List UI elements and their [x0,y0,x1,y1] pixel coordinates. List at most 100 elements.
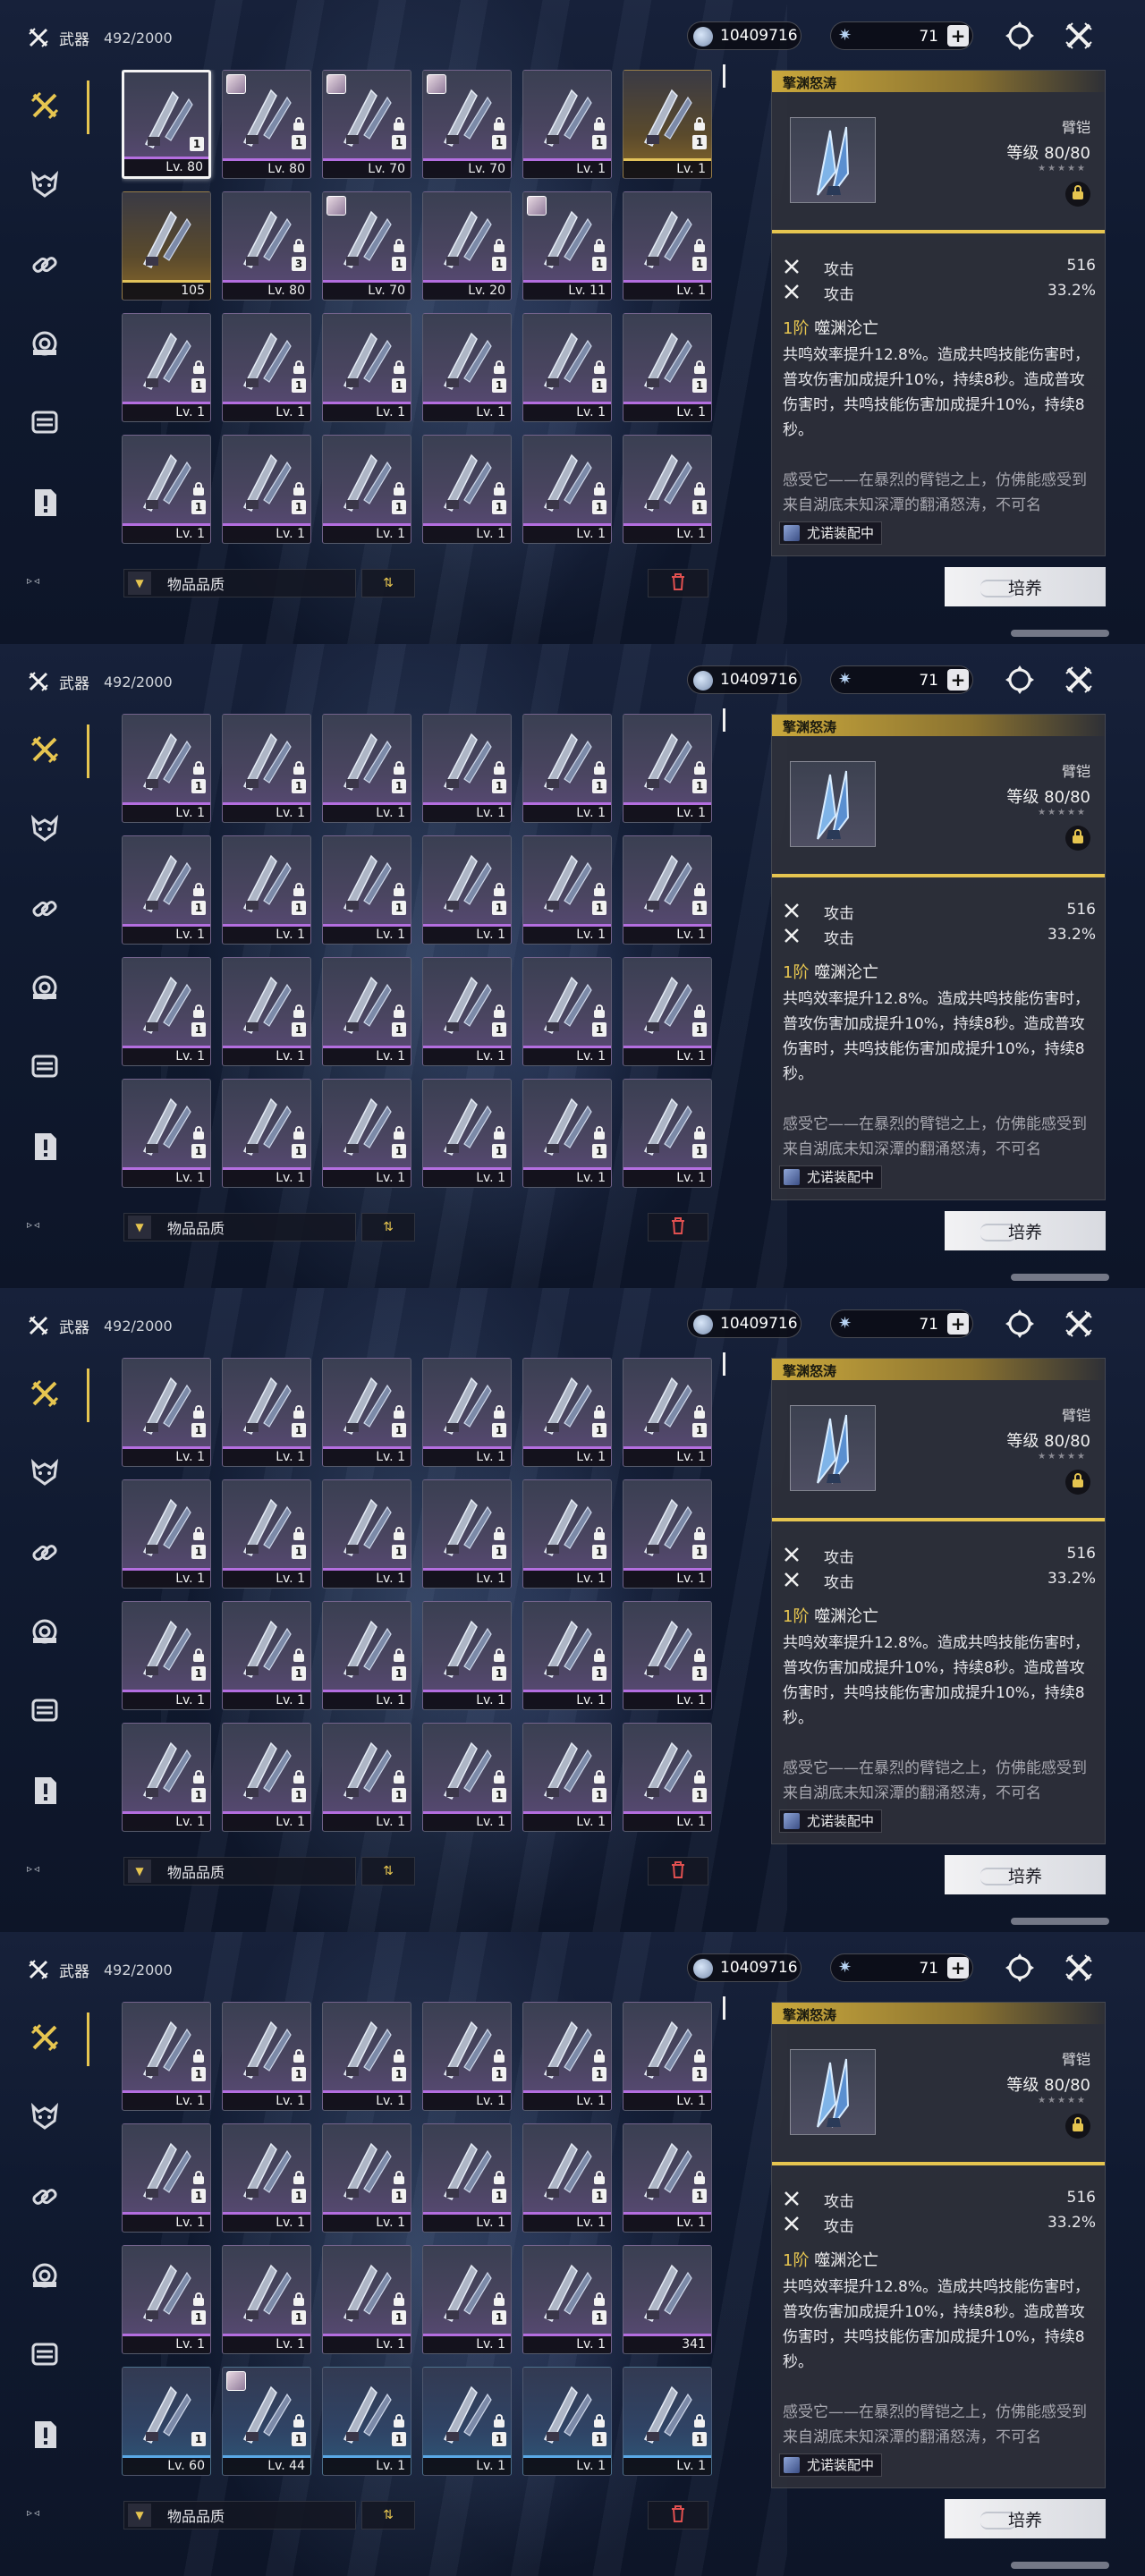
sort-order-button[interactable]: ⇅ [361,1857,415,1885]
weapon-card[interactable]: 1 Lv. 1 [422,1479,512,1589]
weapon-card[interactable]: 1 Lv. 1 [522,2123,612,2233]
quality-filter-dropdown[interactable]: ▼ 物品品质 [123,569,356,597]
weapon-card[interactable]: 1 Lv. 1 [122,2002,211,2111]
weapon-card[interactable]: 1 Lv. 1 [522,313,612,422]
grid-scrollbar[interactable] [723,1996,725,2020]
weapon-card[interactable]: 1 Lv. 1 [222,1358,311,1467]
lock-toggle[interactable] [1065,182,1090,207]
close-button[interactable] [1061,662,1097,698]
quick-menu-button[interactable] [1002,18,1038,54]
weapon-card[interactable]: 1 Lv. 1 [522,1601,612,1710]
weapon-card[interactable]: 1 Lv. 1 [422,957,512,1066]
weapon-card[interactable]: 1 Lv. 1 [422,1358,512,1467]
weapon-card[interactable]: 1 Lv. 1 [623,1723,712,1832]
weapon-card[interactable]: 1 Lv. 70 [422,70,512,179]
sidebar-item-materials[interactable] [23,245,66,288]
weapon-card[interactable]: 1 Lv. 1 [422,435,512,544]
add-astrite-button[interactable]: + [947,25,969,47]
sidebar-item-weapons[interactable] [23,1368,89,1422]
sidebar-item-echoes[interactable] [23,2097,66,2140]
weapon-card[interactable]: 1 Lv. 1 [122,435,211,544]
grid-scrollbar[interactable] [723,64,725,88]
lock-toggle[interactable] [1065,826,1090,851]
weapon-card[interactable]: 1 Lv. 1 [422,1601,512,1710]
discard-button[interactable] [648,1213,708,1241]
weapon-card[interactable]: 1 Lv. 1 [522,435,612,544]
weapon-card[interactable]: 1 Lv. 1 [623,1479,712,1589]
weapon-card[interactable]: 1 Lv. 1 [122,1723,211,1832]
sidebar-expand-toggle[interactable]: ▹◃ [27,2506,41,2519]
sidebar-item-materials[interactable] [23,2177,66,2220]
weapon-card[interactable]: 1 Lv. 1 [222,1601,311,1710]
weapon-card[interactable]: 1 Lv. 1 [522,835,612,945]
weapon-card[interactable]: 3 Lv. 80 [222,191,311,301]
weapon-card[interactable]: 1 Lv. 1 [322,2002,411,2111]
weapon-card[interactable]: 1 Lv. 80 [122,70,211,179]
weapon-card[interactable]: 1 Lv. 1 [623,714,712,823]
weapon-card[interactable]: 1 Lv. 1 [623,1601,712,1710]
weapon-card[interactable]: 1 Lv. 1 [122,1479,211,1589]
weapon-card[interactable]: 1 Lv. 1 [122,2123,211,2233]
sidebar-expand-toggle[interactable]: ▹◃ [27,1218,41,1231]
sidebar-item-devices[interactable] [23,324,66,367]
weapon-card[interactable]: 1 Lv. 1 [322,1601,411,1710]
weapon-card[interactable]: 1 Lv. 1 [623,835,712,945]
sidebar-item-resources[interactable] [23,1690,66,1733]
weapon-card[interactable]: 341 [623,2245,712,2354]
sidebar-item-devices[interactable] [23,2256,66,2299]
weapon-card[interactable]: 1 Lv. 1 [422,313,512,422]
weapon-card[interactable]: 1 Lv. 1 [222,1723,311,1832]
close-button[interactable] [1061,1950,1097,1986]
close-button[interactable] [1061,18,1097,54]
weapon-card[interactable]: 1 Lv. 1 [122,2245,211,2354]
weapon-card[interactable]: 1 Lv. 1 [623,191,712,301]
weapon-card[interactable]: 1 Lv. 1 [522,1358,612,1467]
weapon-card[interactable]: 1 Lv. 1 [522,1479,612,1589]
weapon-card[interactable]: 1 Lv. 1 [422,1723,512,1832]
sidebar-expand-toggle[interactable]: ▹◃ [27,574,41,587]
weapon-card[interactable]: 1 Lv. 1 [322,1358,411,1467]
sidebar-item-special[interactable] [23,1127,66,1170]
sidebar-item-devices[interactable] [23,968,66,1011]
discard-button[interactable] [648,1857,708,1885]
weapon-card[interactable]: 1 Lv. 1 [222,957,311,1066]
weapon-card[interactable]: 1 Lv. 1 [422,2123,512,2233]
weapon-card[interactable]: 1 Lv. 1 [122,957,211,1066]
sort-order-button[interactable]: ⇅ [361,1213,415,1241]
sort-order-button[interactable]: ⇅ [361,2501,415,2529]
sort-order-button[interactable]: ⇅ [361,569,415,597]
quick-menu-button[interactable] [1002,662,1038,698]
grid-scrollbar[interactable] [723,708,725,732]
quality-filter-dropdown[interactable]: ▼ 物品品质 [123,1857,356,1885]
weapon-card[interactable]: 1 Lv. 1 [522,714,612,823]
weapon-card[interactable]: 1 Lv. 1 [322,957,411,1066]
weapon-card[interactable]: 1 Lv. 1 [322,1079,411,1188]
weapon-card[interactable]: 1 Lv. 1 [422,2245,512,2354]
discard-button[interactable] [648,569,708,597]
weapon-card[interactable]: 1 Lv. 1 [322,2123,411,2233]
lock-toggle[interactable] [1065,2114,1090,2139]
weapon-card[interactable]: 1 Lv. 1 [222,714,311,823]
weapon-card[interactable]: 1 Lv. 60 [122,2367,211,2476]
sidebar-item-devices[interactable] [23,1612,66,1655]
weapon-card[interactable]: 1 Lv. 1 [522,2245,612,2354]
weapon-card[interactable]: 1 Lv. 1 [122,313,211,422]
weapon-card[interactable]: 1 Lv. 1 [623,2002,712,2111]
close-button[interactable] [1061,1306,1097,1342]
weapon-card[interactable]: 1 Lv. 1 [322,313,411,422]
weapon-card[interactable]: 1 Lv. 1 [522,1723,612,1832]
quality-filter-dropdown[interactable]: ▼ 物品品质 [123,2501,356,2529]
weapon-card[interactable]: 1 Lv. 1 [422,2367,512,2476]
weapon-card[interactable]: 1 Lv. 44 [222,2367,311,2476]
weapon-card[interactable]: 1 Lv. 20 [422,191,512,301]
sidebar-expand-toggle[interactable]: ▹◃ [27,1862,41,1875]
weapon-card[interactable]: 1 Lv. 1 [322,714,411,823]
sidebar-item-weapons[interactable] [23,80,89,134]
sidebar-item-weapons[interactable] [23,724,89,778]
weapon-card[interactable]: 1 Lv. 1 [222,435,311,544]
weapon-card[interactable]: 1 Lv. 1 [222,2123,311,2233]
weapon-card[interactable]: 1 Lv. 1 [322,2245,411,2354]
sidebar-item-materials[interactable] [23,889,66,932]
sidebar-item-weapons[interactable] [23,2012,89,2066]
weapon-card[interactable]: 1 Lv. 1 [422,1079,512,1188]
